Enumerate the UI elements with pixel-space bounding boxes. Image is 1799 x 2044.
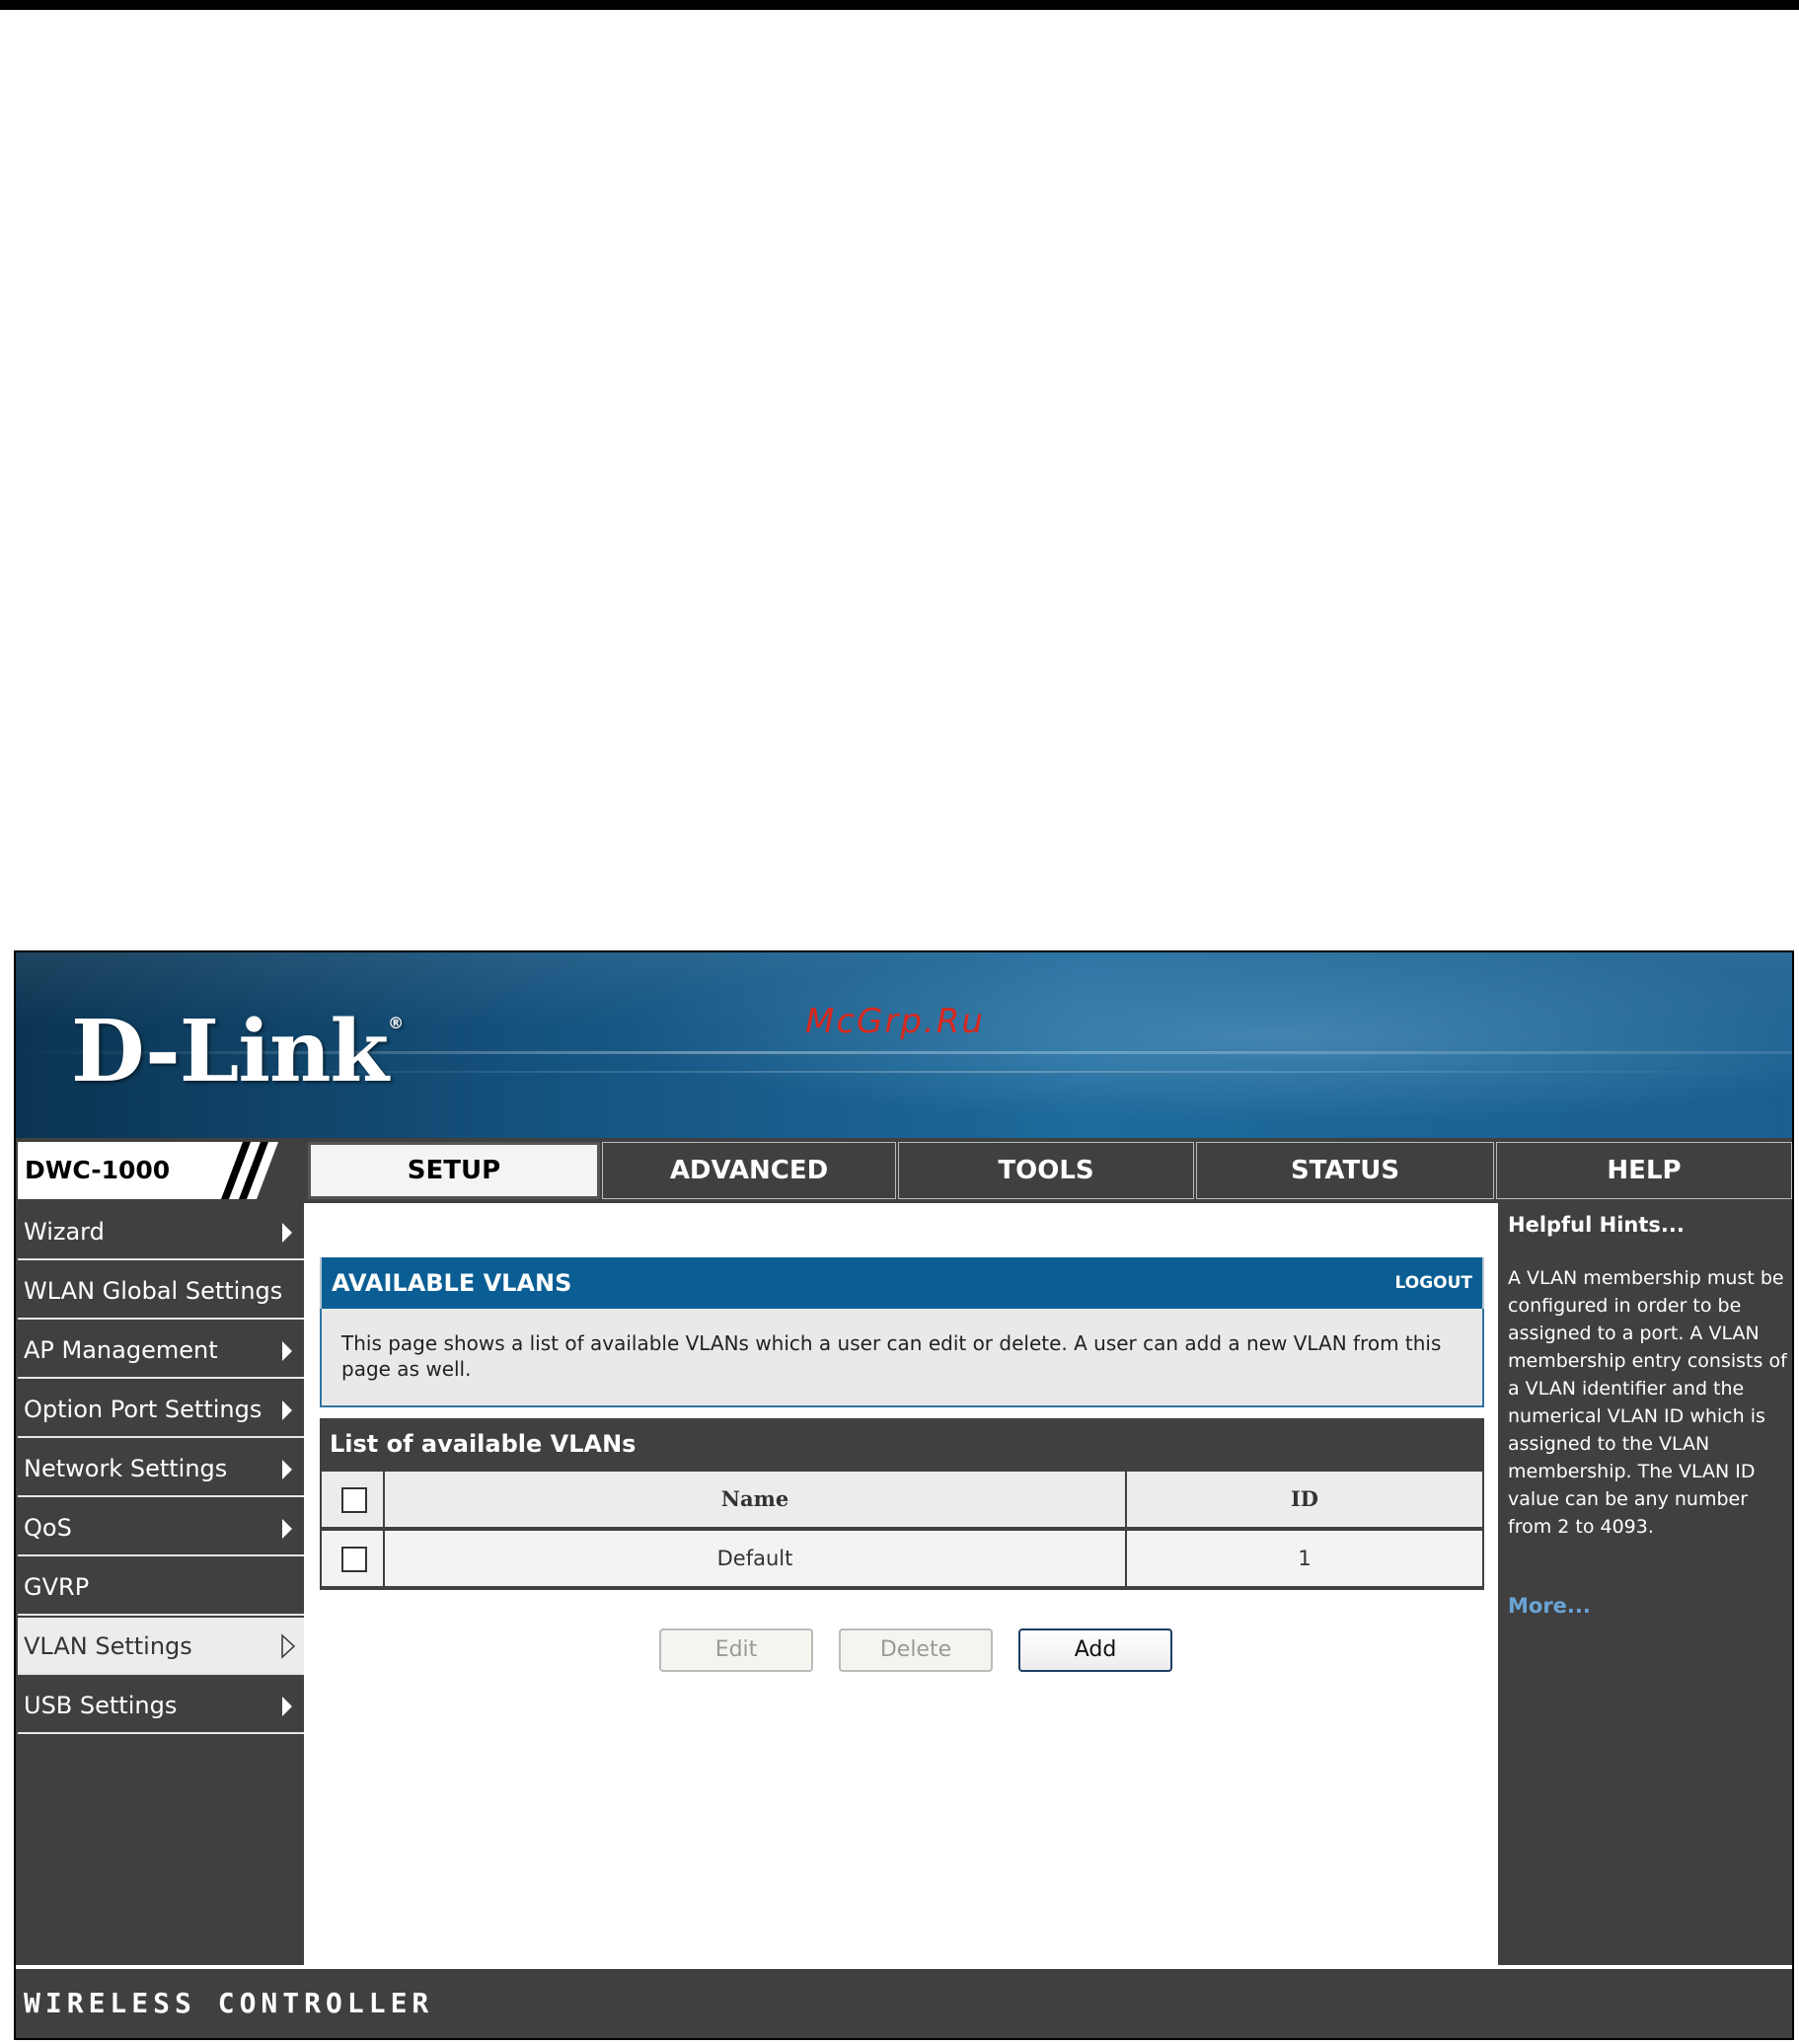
main-tabs: DWC-1000 SETUP ADVANCED TOOLS STATUS HEL… [16,1138,1792,1203]
dlink-logo: D-Link® [71,1002,404,1101]
top-black-bar [0,0,1799,10]
watermark: McGrp.Ru [805,1002,985,1041]
chevron-right-outline-icon [281,1633,296,1659]
logout-link[interactable]: LOGOUT [1395,1257,1472,1309]
table-row: Default 1 [322,1531,1482,1586]
model-name: DWC-1000 [18,1142,211,1199]
chevron-right-icon [282,1460,292,1479]
edit-button[interactable]: Edit [659,1628,813,1672]
tab-setup[interactable]: SETUP [308,1142,600,1199]
footer: WIRELESS CONTROLLER [16,1969,1792,2038]
select-all-checkbox[interactable] [341,1487,367,1513]
slash-decoration-icon [211,1142,306,1199]
table-header-row: Name ID [322,1472,1482,1527]
list-title: List of available VLANs [320,1418,1484,1470]
app-window: D-Link® McGrp.Ru DWC-1000 SETUP ADVANCED… [14,950,1794,2040]
row-checkbox[interactable] [341,1547,367,1572]
model-badge: DWC-1000 [18,1142,306,1199]
vlan-table: Name ID Default 1 [320,1470,1484,1590]
page-title: AVAILABLE VLANS [332,1269,572,1297]
sidebar-item-wizard[interactable]: Wizard [18,1203,304,1260]
sidebar-item-qos[interactable]: QoS [18,1499,304,1556]
add-button[interactable]: Add [1018,1628,1172,1672]
chevron-right-icon [282,1341,292,1361]
tab-tools[interactable]: TOOLS [898,1142,1194,1199]
sidebar-item-option-port-settings[interactable]: Option Port Settings [18,1381,304,1438]
sidebar-item-wlan-global-settings[interactable]: WLAN Global Settings [18,1262,304,1320]
sidebar-item-usb-settings[interactable]: USB Settings [18,1677,304,1734]
sidebar-item-ap-management[interactable]: AP Management [18,1322,304,1379]
sidebar-item-vlan-settings[interactable]: VLAN Settings [18,1618,304,1675]
more-link[interactable]: More... [1508,1594,1591,1618]
chevron-right-icon [282,1223,292,1243]
column-header-id: ID [1127,1472,1482,1527]
delete-button[interactable]: Delete [839,1628,993,1672]
column-header-name: Name [385,1472,1125,1527]
footer-title: WIRELESS CONTROLLER [24,1987,434,2019]
tab-help[interactable]: HELP [1496,1142,1792,1199]
vlan-name-cell: Default [385,1531,1125,1586]
chevron-right-icon [282,1401,292,1420]
page-description: This page shows a list of available VLAN… [320,1309,1484,1407]
tab-advanced[interactable]: ADVANCED [602,1142,896,1199]
sidebar: Wizard WLAN Global Settings AP Managemen… [16,1203,304,1965]
help-panel: Helpful Hints... A VLAN membership must … [1498,1203,1792,1965]
sidebar-item-network-settings[interactable]: Network Settings [18,1440,304,1497]
main-content: AVAILABLE VLANS LOGOUT This page shows a… [308,1203,1494,1965]
chevron-right-icon [282,1697,292,1716]
header-banner: D-Link® McGrp.Ru [16,952,1792,1138]
panel-header: AVAILABLE VLANS LOGOUT [320,1257,1484,1309]
sidebar-item-gvrp[interactable]: GVRP [18,1558,304,1616]
tab-status[interactable]: STATUS [1196,1142,1494,1199]
vlan-id-cell: 1 [1127,1531,1482,1586]
help-text: A VLAN membership must be configured in … [1508,1267,1787,1538]
chevron-right-icon [282,1519,292,1539]
help-title: Helpful Hints... [1508,1213,1685,1237]
